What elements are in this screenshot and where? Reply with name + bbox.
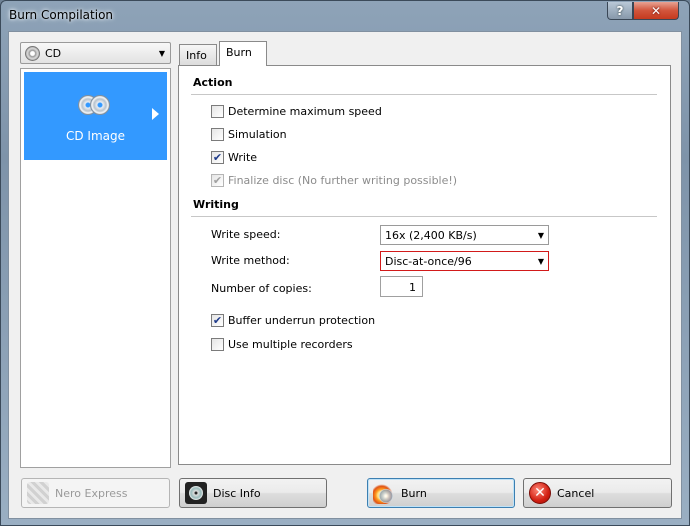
multiple-recorders-checkbox[interactable]: Use multiple recorders — [211, 337, 353, 351]
checkbox-label: Use multiple recorders — [228, 337, 353, 351]
checkmark-icon: ✔ — [211, 173, 224, 187]
checkbox-label: Simulation — [228, 127, 287, 141]
title-bar[interactable]: Burn Compilation ? ✕ — [1, 1, 689, 29]
cd-icon — [25, 45, 40, 61]
checkmark-icon[interactable]: ✔ — [211, 313, 224, 327]
write-method-label: Write method: — [211, 254, 290, 267]
simulation-checkbox[interactable]: Simulation — [211, 127, 287, 141]
close-button[interactable]: ✕ — [633, 2, 679, 20]
burn-button[interactable]: Burn — [367, 478, 515, 508]
dialog-window: Burn Compilation ? ✕ CD ▼ CD Image Info … — [0, 0, 690, 526]
dialog-client: CD ▼ CD Image Info Burn Action Determine… — [8, 31, 682, 519]
action-heading: Action — [193, 76, 233, 89]
write-checkbox[interactable]: ✔ Write — [211, 150, 257, 164]
cancel-x-icon: ✕ — [529, 482, 551, 504]
write-speed-value: 16x (2,400 KB/s) — [385, 228, 477, 242]
help-button[interactable]: ? — [607, 2, 633, 20]
checkbox-box[interactable] — [211, 104, 224, 118]
nero-express-icon — [27, 482, 49, 504]
button-label: Nero Express — [55, 486, 128, 500]
tab-burn[interactable]: Burn — [219, 41, 267, 66]
button-label: Burn — [401, 486, 427, 500]
button-label: Cancel — [557, 486, 595, 500]
list-item-cd-image[interactable]: CD Image — [24, 72, 167, 160]
media-type-value: CD — [45, 46, 62, 60]
checkbox-box[interactable] — [211, 337, 224, 351]
determine-speed-checkbox[interactable]: Determine maximum speed — [211, 104, 382, 118]
cd-image-icon — [78, 94, 112, 116]
divider — [191, 216, 657, 217]
copies-input[interactable]: 1 — [380, 276, 423, 297]
burn-flame-icon — [373, 482, 395, 504]
disc-info-icon — [185, 482, 207, 504]
media-type-select[interactable]: CD ▼ — [20, 42, 171, 64]
write-speed-label: Write speed: — [211, 228, 281, 241]
cancel-button[interactable]: ✕ Cancel — [523, 478, 672, 508]
chevron-right-icon — [152, 108, 159, 120]
write-speed-select[interactable]: 16x (2,400 KB/s) ▼ — [380, 225, 549, 245]
copies-label: Number of copies: — [211, 282, 312, 295]
tab-info[interactable]: Info — [179, 44, 217, 65]
window-title: Burn Compilation — [9, 8, 114, 22]
finalize-disc-checkbox: ✔ Finalize disc (No further writing poss… — [211, 173, 457, 187]
chevron-down-icon: ▼ — [158, 48, 166, 58]
burn-panel: Action Determine maximum speed Simulatio… — [178, 65, 671, 465]
buffer-underrun-checkbox[interactable]: ✔ Buffer underrun protection — [211, 313, 375, 327]
writing-heading: Writing — [193, 198, 239, 211]
chevron-down-icon: ▼ — [537, 256, 545, 266]
compilation-list: CD Image — [20, 68, 171, 468]
list-item-label: CD Image — [65, 129, 125, 143]
nero-express-button: Nero Express — [21, 478, 170, 508]
chevron-down-icon: ▼ — [537, 230, 545, 240]
checkbox-label: Determine maximum speed — [228, 104, 382, 118]
divider — [191, 94, 657, 95]
checkbox-label: Buffer underrun protection — [228, 313, 376, 327]
checkmark-icon[interactable]: ✔ — [211, 150, 224, 164]
write-method-select[interactable]: Disc-at-once/96 ▼ — [380, 251, 549, 271]
disc-info-button[interactable]: Disc Info — [179, 478, 327, 508]
checkbox-label: Finalize disc (No further writing possib… — [228, 173, 458, 187]
checkbox-label: Write — [228, 150, 258, 164]
checkbox-box[interactable] — [211, 127, 224, 141]
write-method-value: Disc-at-once/96 — [385, 254, 472, 268]
button-label: Disc Info — [213, 486, 261, 500]
